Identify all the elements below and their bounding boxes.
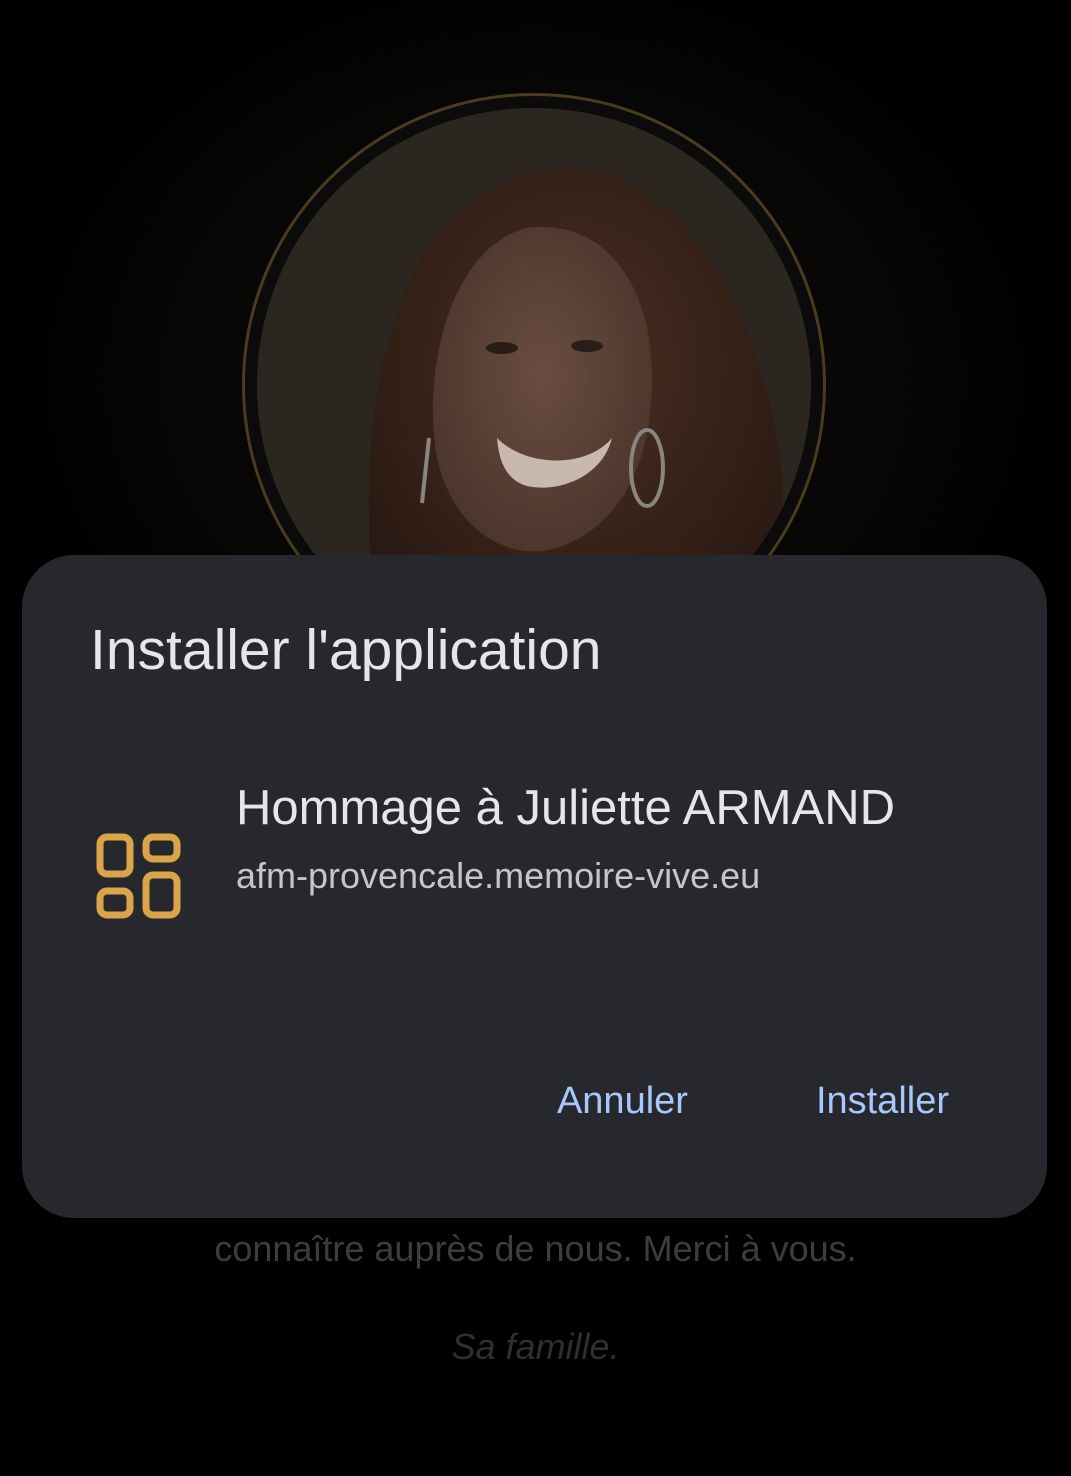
app-name: Hommage à Juliette ARMAND bbox=[236, 781, 896, 835]
background-signature: Sa famille. bbox=[451, 1326, 620, 1367]
dialog-actions: Annuler Installer bbox=[557, 1080, 949, 1123]
dialog-title: Installer l'application bbox=[90, 618, 602, 682]
install-button[interactable]: Installer bbox=[816, 1080, 949, 1123]
app-info: Hommage à Juliette ARMAND afm-provencale… bbox=[236, 773, 996, 897]
app-url: afm-provencale.memoire-vive.eu bbox=[236, 855, 761, 896]
apps-grid-icon bbox=[96, 833, 181, 919]
background-message: connaître auprès de nous. Merci à vous. bbox=[214, 1228, 857, 1269]
cancel-button[interactable]: Annuler bbox=[557, 1080, 688, 1123]
install-app-dialog: Installer l'application Hommage à Juliet… bbox=[22, 555, 1047, 1218]
app-page: connaître auprès de nous. Merci à vous. … bbox=[0, 0, 1071, 1476]
